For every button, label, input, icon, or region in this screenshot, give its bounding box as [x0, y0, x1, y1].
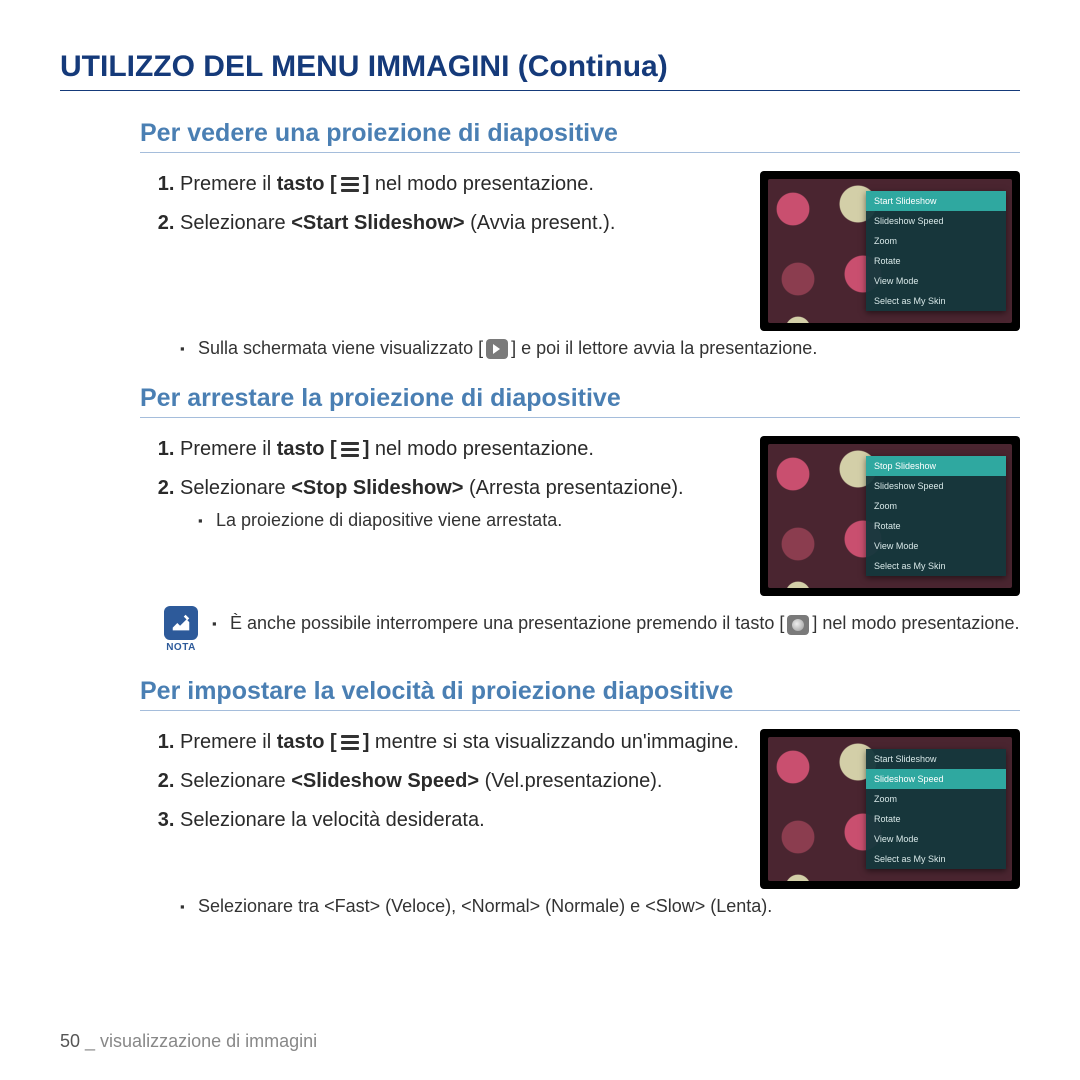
menu-option: Rotate — [866, 809, 1006, 829]
text: Premere il — [180, 173, 277, 195]
menu-option: Rotate — [866, 251, 1006, 271]
text: Selezionare — [180, 477, 291, 499]
menu-option-selected: Slideshow Speed — [866, 769, 1006, 789]
text: <Stop Slideshow> — [291, 477, 469, 499]
sub-bullets: La proiezione di diapositive viene arres… — [198, 508, 740, 532]
text: tasto [ — [277, 731, 337, 753]
section-slideshow-speed: Per impostare la velocità di proiezione … — [60, 677, 1020, 918]
menu-icon — [339, 734, 361, 752]
sub-bullets: È anche possibile interrompere una prese… — [212, 612, 1019, 635]
center-button-icon — [787, 615, 809, 635]
text: <Start Slideshow> — [291, 212, 464, 234]
device-screenshot: Stop Slideshow Slideshow Speed Zoom Rota… — [760, 436, 1020, 596]
text: È anche possibile interrompere una prese… — [230, 613, 784, 633]
note-label: NOTA — [160, 642, 202, 653]
sub-bullets: Sulla schermata viene visualizzato [ ] e … — [180, 337, 1020, 360]
device-menu: Start Slideshow Slideshow Speed Zoom Rot… — [866, 749, 1006, 869]
menu-option: Zoom — [866, 789, 1006, 809]
menu-option: View Mode — [866, 271, 1006, 291]
bullet-item: È anche possibile interrompere una prese… — [212, 612, 1019, 635]
step-item: Premere il tasto [] nel modo presentazio… — [180, 171, 740, 198]
text: (Avvia present.). — [465, 212, 616, 234]
page-footer: 50 _ visualizzazione di immagini — [60, 1031, 317, 1052]
text: <Slideshow Speed> — [291, 770, 479, 792]
device-screenshot: Start Slideshow Slideshow Speed Zoom Rot… — [760, 729, 1020, 889]
section-heading: Per impostare la velocità di proiezione … — [140, 677, 1020, 711]
text: nel modo presentazione. — [375, 173, 594, 195]
menu-option: Zoom — [866, 231, 1006, 251]
step-item: Selezionare <Stop Slideshow> (Arresta pr… — [180, 475, 740, 532]
text: ] nel modo presentazione. — [812, 613, 1019, 633]
step-item: Premere il tasto [] nel modo presentazio… — [180, 436, 740, 463]
footer-section-name: visualizzazione di immagini — [100, 1031, 317, 1051]
menu-icon — [339, 176, 361, 194]
text: ] e poi il lettore avvia la presentazion… — [511, 338, 817, 358]
text: ] — [363, 731, 375, 753]
menu-option: Select as My Skin — [866, 291, 1006, 311]
steps-list: Premere il tasto [] nel modo presentazio… — [180, 436, 740, 532]
steps-list: Premere il tasto [] nel modo presentazio… — [180, 171, 740, 237]
text: (Arresta presentazione). — [469, 477, 684, 499]
bullet-item: Sulla schermata viene visualizzato [ ] e … — [180, 337, 1020, 360]
section-view-slideshow: Per vedere una proiezione di diapositive… — [60, 119, 1020, 360]
text: ] — [363, 173, 375, 195]
note-icon — [164, 606, 198, 640]
bullet-item: La proiezione di diapositive viene arres… — [198, 508, 740, 532]
text: Sulla schermata viene visualizzato [ — [198, 338, 483, 358]
bullet-item: Selezionare tra <Fast> (Veloce), <Normal… — [180, 895, 1020, 918]
menu-option: Slideshow Speed — [866, 211, 1006, 231]
menu-option: View Mode — [866, 829, 1006, 849]
device-screenshot: Start Slideshow Slideshow Speed Zoom Rot… — [760, 171, 1020, 331]
section-stop-slideshow: Per arrestare la proiezione di diapositi… — [60, 384, 1020, 653]
note-row: NOTA È anche possibile interrompere una … — [160, 606, 1020, 653]
menu-icon — [339, 441, 361, 459]
text: (Vel.presentazione). — [479, 770, 662, 792]
steps-list: Premere il tasto [] mentre si sta visual… — [180, 729, 740, 834]
text: ] — [363, 438, 375, 460]
menu-option: Zoom — [866, 496, 1006, 516]
step-item: Selezionare <Start Slideshow> (Avvia pre… — [180, 210, 740, 237]
menu-option: Select as My Skin — [866, 849, 1006, 869]
text: Premere il — [180, 731, 277, 753]
sub-bullets: Selezionare tra <Fast> (Veloce), <Normal… — [180, 895, 1020, 918]
text: _ — [80, 1031, 100, 1051]
menu-option: Rotate — [866, 516, 1006, 536]
menu-option: View Mode — [866, 536, 1006, 556]
step-item: Selezionare la velocità desiderata. — [180, 807, 740, 834]
section-heading: Per vedere una proiezione di diapositive — [140, 119, 1020, 153]
device-menu: Stop Slideshow Slideshow Speed Zoom Rota… — [866, 456, 1006, 576]
menu-option-selected: Stop Slideshow — [866, 456, 1006, 476]
section-heading: Per arrestare la proiezione di diapositi… — [140, 384, 1020, 418]
text: Selezionare — [180, 212, 291, 234]
text: mentre si sta visualizzando un'immagine. — [375, 731, 739, 753]
page-title: UTILIZZO DEL MENU IMMAGINI (Continua) — [60, 50, 1020, 91]
menu-option-selected: Start Slideshow — [866, 191, 1006, 211]
text: tasto [ — [277, 438, 337, 460]
menu-option: Slideshow Speed — [866, 476, 1006, 496]
text: nel modo presentazione. — [375, 438, 594, 460]
menu-option: Start Slideshow — [866, 749, 1006, 769]
menu-option: Select as My Skin — [866, 556, 1006, 576]
text: tasto [ — [277, 173, 337, 195]
device-menu: Start Slideshow Slideshow Speed Zoom Rot… — [866, 191, 1006, 311]
text: Selezionare — [180, 770, 291, 792]
step-item: Premere il tasto [] mentre si sta visual… — [180, 729, 740, 756]
play-icon — [486, 339, 508, 359]
text: Premere il — [180, 438, 277, 460]
page-number: 50 — [60, 1031, 80, 1051]
step-item: Selezionare <Slideshow Speed> (Vel.prese… — [180, 768, 740, 795]
